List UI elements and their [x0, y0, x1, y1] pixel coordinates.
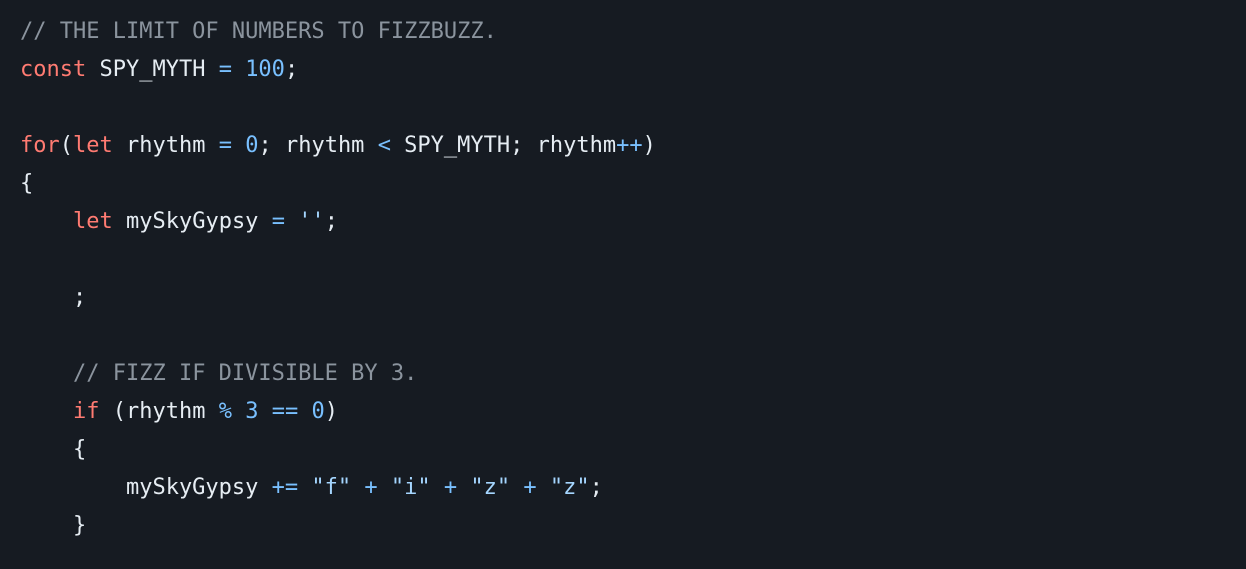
code-token-plain: ; rhythm	[258, 133, 378, 158]
code-line: {	[20, 165, 1246, 203]
code-token-string: "z"	[470, 475, 511, 500]
code-line: const SPY_MYTH = 100;	[20, 51, 1246, 89]
code-token-operator: ++	[616, 133, 643, 158]
code-token-operator: +	[364, 475, 378, 500]
code-token-plain: SPY_MYTH; rhythm	[390, 133, 617, 158]
code-token-plain: rhythm	[112, 133, 219, 158]
code-token-keyword: for	[20, 133, 60, 158]
code-token-plain: (	[59, 133, 73, 158]
code-token-keyword: const	[20, 57, 87, 82]
code-token-plain: ;	[324, 209, 338, 234]
code-line: let mySkyGypsy = '';	[20, 203, 1246, 241]
code-token-plain: )	[642, 133, 656, 158]
code-token-operator: =	[218, 57, 232, 82]
code-token-plain: }	[20, 513, 87, 538]
code-block[interactable]: // THE LIMIT OF NUMBERS TO FIZZBUZZ. cons…	[0, 0, 1246, 545]
code-token-operator: =	[218, 133, 232, 158]
code-token-plain: ;	[20, 285, 87, 310]
code-token-number: 3	[245, 399, 259, 424]
code-line: // FIZZ IF DIVISIBLE BY 3.	[20, 355, 1246, 393]
code-token-plain: ;	[589, 475, 603, 500]
code-token-comment: // THE LIMIT OF NUMBERS TO FIZZBUZZ.	[20, 19, 497, 44]
code-token-string: "z"	[549, 475, 590, 500]
code-token-keyword: if	[72, 399, 100, 424]
code-token-operator: %	[218, 399, 232, 424]
code-token-comment: // FIZZ IF DIVISIBLE BY 3.	[72, 361, 418, 386]
code-line: mySkyGypsy += "f" + "i" + "z" + "z";	[20, 469, 1246, 507]
code-line: if (rhythm % 3 == 0)	[20, 393, 1246, 431]
code-line: // THE LIMIT OF NUMBERS TO FIZZBUZZ.	[20, 13, 1246, 51]
code-line: ;	[20, 279, 1246, 317]
code-token-keyword: let	[72, 209, 113, 234]
code-token-string: "i"	[390, 475, 431, 500]
code-token-plain: )	[324, 399, 338, 424]
code-line: for(let rhythm = 0; rhythm < SPY_MYTH; r…	[20, 127, 1246, 165]
code-token-number: 100	[245, 57, 285, 82]
code-token-plain: SPY_MYTH	[86, 57, 219, 82]
code-token-string: ''	[298, 209, 325, 234]
code-token-plain: {	[20, 171, 34, 196]
code-token-plain: ;	[284, 57, 299, 82]
code-token-operator: ==	[271, 399, 299, 424]
code-token-plain: mySkyGypsy	[112, 209, 272, 234]
code-viewer[interactable]: // THE LIMIT OF NUMBERS TO FIZZBUZZ. cons…	[0, 0, 1246, 569]
code-token-operator: =	[271, 209, 285, 234]
code-token-plain: mySkyGypsy	[20, 475, 272, 500]
code-token-plain: (rhythm	[99, 399, 219, 424]
code-token-plain: {	[20, 437, 87, 462]
code-token-operator: +	[443, 475, 458, 500]
code-token-number: 0	[311, 399, 325, 424]
code-token-string: "f"	[311, 475, 352, 500]
code-token-keyword: let	[73, 133, 113, 158]
code-token-operator: +=	[271, 475, 299, 500]
code-token-operator: +	[523, 475, 537, 500]
code-line: }	[20, 507, 1246, 545]
code-token-number: 0	[245, 133, 259, 158]
code-token-operator: <	[377, 133, 391, 158]
code-line: {	[20, 431, 1246, 469]
